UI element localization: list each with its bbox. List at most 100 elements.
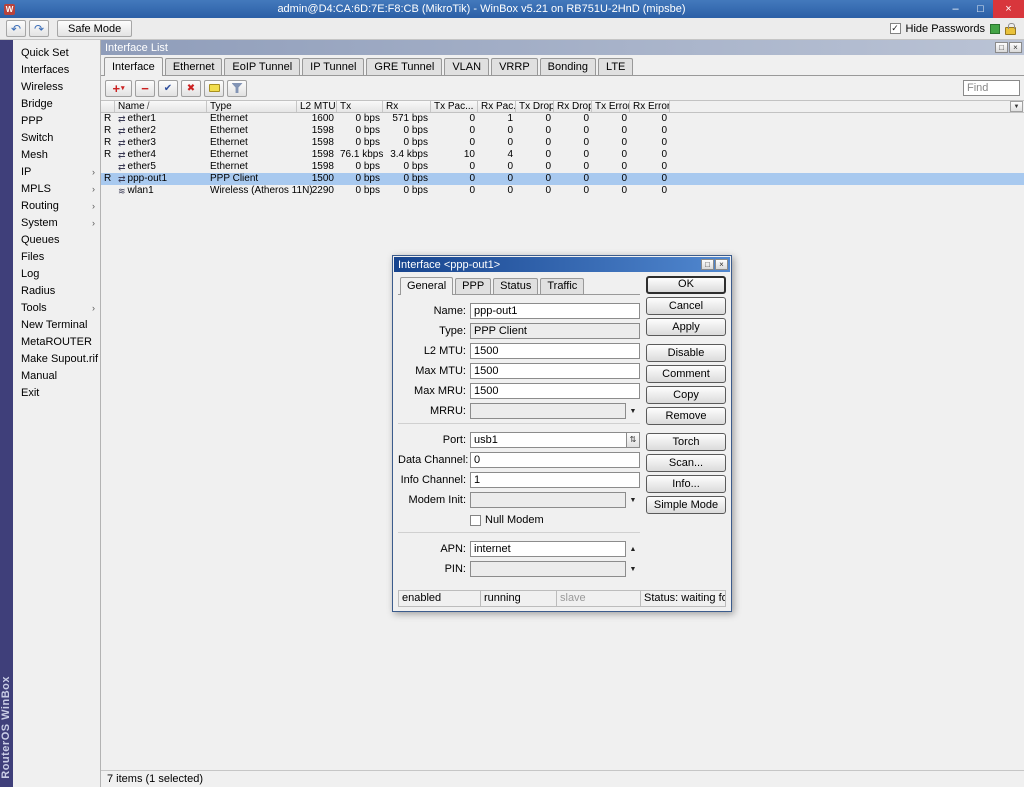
sidebar-item-bridge[interactable]: Bridge xyxy=(13,96,100,113)
maximize-button[interactable]: □ xyxy=(968,0,993,18)
sidebar-item-radius[interactable]: Radius xyxy=(13,283,100,300)
apn-field[interactable] xyxy=(470,541,626,557)
max-mtu-field[interactable] xyxy=(470,363,640,379)
filter-button[interactable] xyxy=(227,80,247,97)
name-field[interactable] xyxy=(470,303,640,319)
sidebar-item-mesh[interactable]: Mesh xyxy=(13,147,100,164)
sidebar-item-files[interactable]: Files xyxy=(13,249,100,266)
null-modem-checkbox[interactable] xyxy=(470,515,481,526)
redo-button[interactable]: ↷ xyxy=(29,20,49,37)
table-row-ether4[interactable]: R ⇄ether4 Ethernet 1598 76.1 kbps 3.4 kb… xyxy=(101,149,1024,161)
sidebar-item-new-terminal[interactable]: New Terminal xyxy=(13,317,100,334)
close-window-button[interactable]: × xyxy=(1009,42,1022,53)
comment-button[interactable] xyxy=(204,80,224,97)
dialog-tab-traffic[interactable]: Traffic xyxy=(540,278,584,294)
tab-eoip-tunnel[interactable]: EoIP Tunnel xyxy=(224,58,300,75)
sidebar-item-make-supout[interactable]: Make Supout.rif xyxy=(13,351,100,368)
sidebar-item-routing[interactable]: Routing› xyxy=(13,198,100,215)
scan-button[interactable]: Scan... xyxy=(646,454,726,472)
table-row-ether3[interactable]: R ⇄ether3 Ethernet 1598 0 bps 0 bps 0 0 … xyxy=(101,137,1024,149)
sidebar-item-metarouter[interactable]: MetaROUTER xyxy=(13,334,100,351)
sidebar-item-manual[interactable]: Manual xyxy=(13,368,100,385)
find-input[interactable] xyxy=(963,80,1020,96)
sidebar-item-mpls[interactable]: MPLS› xyxy=(13,181,100,198)
table-row-ether1[interactable]: R ⇄ether1 Ethernet 1600 0 bps 571 bps 0 … xyxy=(101,113,1024,125)
modem-init-field[interactable] xyxy=(470,492,626,508)
copy-button[interactable]: Copy xyxy=(646,386,726,404)
enable-button[interactable]: ✔ xyxy=(158,80,178,97)
sidebar-item-system[interactable]: System› xyxy=(13,215,100,232)
l2mtu-field[interactable] xyxy=(470,343,640,359)
column-l2mtu[interactable]: L2 MTU xyxy=(297,101,337,112)
column-rx[interactable]: Rx xyxy=(383,101,431,112)
sidebar-item-exit[interactable]: Exit xyxy=(13,385,100,402)
sidebar-item-ppp[interactable]: PPP xyxy=(13,113,100,130)
tab-ip-tunnel[interactable]: IP Tunnel xyxy=(302,58,364,75)
modem-init-dropdown-icon[interactable]: ▼ xyxy=(626,497,640,504)
ok-button[interactable]: OK xyxy=(646,276,726,294)
table-row-ppp-out1-selected[interactable]: R ⇄ppp-out1 PPP Client 1500 0 bps 0 bps … xyxy=(101,173,1024,185)
table-row-ether5[interactable]: ⇄ether5 Ethernet 1598 0 bps 0 bps 0 0 0 … xyxy=(101,161,1024,173)
port-updown-icon[interactable]: ⇅ xyxy=(627,432,640,448)
mrru-dropdown-icon[interactable]: ▼ xyxy=(626,408,640,415)
dialog-restore-button[interactable]: □ xyxy=(701,259,714,270)
table-row-ether2[interactable]: R ⇄ether2 Ethernet 1598 0 bps 0 bps 0 0 … xyxy=(101,125,1024,137)
minimize-button[interactable]: – xyxy=(943,0,968,18)
column-tx-errors[interactable]: Tx Errors xyxy=(592,101,630,112)
column-select-dropdown[interactable]: ▼ xyxy=(1010,101,1023,112)
torch-button[interactable]: Torch xyxy=(646,433,726,451)
remove-interface-button[interactable]: − xyxy=(135,80,155,97)
undo-button[interactable]: ↶ xyxy=(6,20,26,37)
mrru-field[interactable] xyxy=(470,403,626,419)
pin-field[interactable] xyxy=(470,561,626,577)
dialog-tab-status[interactable]: Status xyxy=(493,278,538,294)
dialog-close-button[interactable]: × xyxy=(715,259,728,270)
tab-gre-tunnel[interactable]: GRE Tunnel xyxy=(366,58,442,75)
port-field[interactable] xyxy=(470,432,627,448)
sidebar-item-log[interactable]: Log xyxy=(13,266,100,283)
tab-vrrp[interactable]: VRRP xyxy=(491,58,538,75)
close-button[interactable]: × xyxy=(993,0,1024,18)
tab-bonding[interactable]: Bonding xyxy=(540,58,596,75)
dialog-tab-ppp[interactable]: PPP xyxy=(455,278,491,294)
column-name[interactable]: Name/ xyxy=(115,101,207,112)
sidebar-item-tools[interactable]: Tools› xyxy=(13,300,100,317)
add-interface-button[interactable]: +▾ xyxy=(105,80,132,97)
pin-dropdown-icon[interactable]: ▼ xyxy=(626,566,640,573)
column-tx[interactable]: Tx xyxy=(337,101,383,112)
column-flag[interactable] xyxy=(101,101,115,112)
cancel-button[interactable]: Cancel xyxy=(646,297,726,315)
column-rx-drops[interactable]: Rx Drops xyxy=(554,101,592,112)
tab-interface[interactable]: Interface xyxy=(104,57,163,76)
data-channel-field[interactable] xyxy=(470,452,640,468)
apply-button[interactable]: Apply xyxy=(646,318,726,336)
disable-button[interactable]: ✖ xyxy=(181,80,201,97)
column-tx-drops[interactable]: Tx Drops xyxy=(516,101,554,112)
info-button[interactable]: Info... xyxy=(646,475,726,493)
sidebar-item-quick-set[interactable]: Quick Set xyxy=(13,45,100,62)
restore-button[interactable]: □ xyxy=(995,42,1008,53)
sidebar-item-ip[interactable]: IP› xyxy=(13,164,100,181)
simple-mode-button[interactable]: Simple Mode xyxy=(646,496,726,514)
sidebar-item-queues[interactable]: Queues xyxy=(13,232,100,249)
sidebar-item-wireless[interactable]: Wireless xyxy=(13,79,100,96)
tab-lte[interactable]: LTE xyxy=(598,58,633,75)
disable-interface-button[interactable]: Disable xyxy=(646,344,726,362)
column-rx-packet[interactable]: Rx Pac... xyxy=(478,101,516,112)
column-rx-errors[interactable]: Rx Errors xyxy=(630,101,670,112)
safe-mode-button[interactable]: Safe Mode xyxy=(57,20,132,37)
sidebar-item-interfaces[interactable]: Interfaces xyxy=(13,62,100,79)
tab-vlan[interactable]: VLAN xyxy=(444,58,489,75)
column-tx-packet[interactable]: Tx Pac... xyxy=(431,101,478,112)
comment-dialog-button[interactable]: Comment xyxy=(646,365,726,383)
max-mru-field[interactable] xyxy=(470,383,640,399)
hide-passwords-checkbox[interactable]: ✓ xyxy=(890,23,901,34)
sidebar-item-switch[interactable]: Switch xyxy=(13,130,100,147)
column-type[interactable]: Type xyxy=(207,101,297,112)
info-channel-field[interactable] xyxy=(470,472,640,488)
apn-collapse-icon[interactable]: ▲ xyxy=(626,546,640,553)
remove-dialog-button[interactable]: Remove xyxy=(646,407,726,425)
tab-ethernet[interactable]: Ethernet xyxy=(165,58,223,75)
table-row-wlan1[interactable]: ≋wlan1 Wireless (Atheros 11N) 2290 0 bps… xyxy=(101,185,1024,197)
dialog-tab-general[interactable]: General xyxy=(400,277,453,295)
